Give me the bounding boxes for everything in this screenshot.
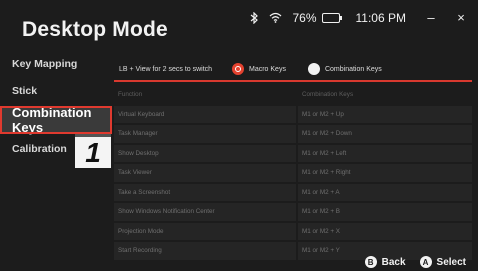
combination-cell: M1 or M2 + X [298, 222, 472, 240]
combination-keys-option[interactable]: Combination Keys [307, 63, 382, 75]
macro-keys-option[interactable]: Macro Keys [232, 63, 286, 75]
column-header: Function [118, 91, 143, 99]
status-bar: 76% 11:06 PM – × [250, 10, 468, 25]
table-row[interactable]: Take a Screenshot M1 or M2 + A [114, 183, 472, 201]
sidebar-item-key-mapping[interactable]: Key Mapping [0, 52, 112, 76]
combination-cell: M1 or M2 + Down [298, 125, 472, 143]
combination-cell: M1 or M2 + B [298, 203, 472, 221]
sidebar-item-label: Combination Keys [12, 105, 92, 135]
table-row[interactable]: Virtual Keyboard M1 or M2 + Up [114, 105, 472, 123]
combination-cell: M1 or M2 + A [298, 183, 472, 201]
switch-hint: LB + View for 2 secs to switch [119, 65, 213, 73]
table-row[interactable]: Task Viewer M1 or M2 + Right [114, 164, 472, 182]
page-title: Desktop Mode [22, 18, 168, 41]
sidebar-item-combination-keys[interactable]: Combination Keys [0, 105, 112, 135]
function-cell: Show Windows Notification Center [114, 203, 296, 221]
table-row[interactable]: Projection Mode M1 or M2 + X [114, 222, 472, 240]
bluetooth-icon [250, 11, 259, 24]
annotation-badge: 1 [75, 134, 111, 168]
combination-cell: M1 or M2 + Up [298, 105, 472, 123]
sidebar-item-label: Calibration [12, 143, 67, 155]
back-button[interactable]: B Back [364, 256, 406, 268]
mode-option-row: LB + View for 2 secs to switch Macro Key… [114, 58, 472, 82]
close-button[interactable]: × [454, 10, 468, 25]
macro-keys-label: Macro Keys [249, 65, 286, 73]
table-header: Function Combination Keys [114, 86, 472, 104]
wifi-icon [269, 12, 282, 23]
combination-cell: M1 or M2 + Left [298, 144, 472, 162]
table-row[interactable]: Task Manager M1 or M2 + Down [114, 125, 472, 143]
function-cell: Show Desktop [114, 144, 296, 162]
function-cell: Virtual Keyboard [114, 105, 296, 123]
select-label: Select [436, 256, 466, 268]
radio-selected-icon[interactable] [232, 63, 244, 75]
sidebar-item-label: Stick [12, 85, 38, 97]
battery-icon [321, 12, 342, 23]
function-cell: Start Recording [114, 242, 296, 260]
column-header: Combination Keys [302, 91, 354, 99]
function-cell: Task Manager [114, 125, 296, 143]
combination-keys-panel: LB + View for 2 secs to switch Macro Key… [114, 58, 472, 262]
function-cell: Task Viewer [114, 164, 296, 182]
back-label: Back [381, 256, 406, 268]
a-button-icon: A [419, 256, 432, 268]
function-cell: Take a Screenshot [114, 183, 296, 201]
radio-unselected-icon[interactable] [307, 63, 320, 75]
table-body: Virtual Keyboard M1 or M2 + Up Task Manage… [114, 105, 472, 260]
battery-indicator: 76% [292, 10, 342, 25]
minimize-button[interactable]: – [424, 10, 438, 25]
select-button[interactable]: A Select [419, 256, 466, 268]
sidebar-item-stick[interactable]: Stick [0, 79, 112, 103]
clock: 11:06 PM [355, 10, 406, 25]
battery-percent: 76% [292, 10, 317, 25]
footer-hints: B Back A Select [357, 256, 466, 268]
combination-keys-label: Combination Keys [324, 65, 382, 73]
b-button-icon: B [364, 256, 377, 268]
function-cell: Projection Mode [114, 222, 296, 240]
sidebar-item-label: Key Mapping [12, 58, 78, 70]
combination-cell: M1 or M2 + Right [298, 164, 472, 182]
table-row[interactable]: Show Windows Notification Center M1 or M2… [114, 203, 472, 221]
table-row[interactable]: Show Desktop M1 or M2 + Left [114, 144, 472, 162]
combination-table: Function Combination Keys Virtual Keyboa… [114, 86, 472, 260]
